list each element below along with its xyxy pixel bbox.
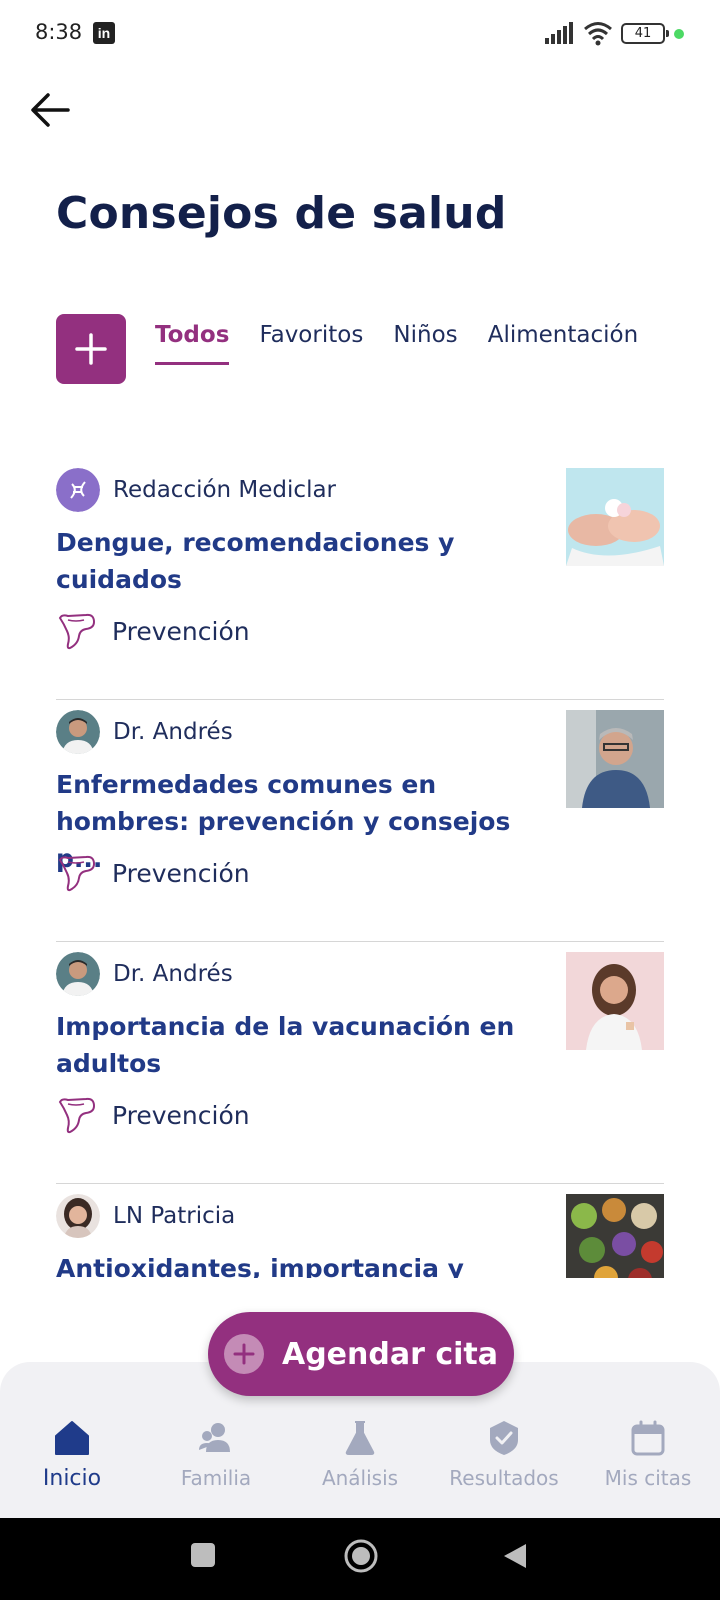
nav-label: Inicio [42,1466,102,1491]
linkedin-icon: in [93,22,115,44]
back-triangle-icon[interactable] [502,1542,528,1570]
plus-icon [75,333,107,365]
nav-item-inicio[interactable]: Inicio [0,1418,144,1491]
family-icon [199,1423,230,1452]
article-thumbnail [566,1194,664,1278]
article-list: Redacción Mediclar Dengue, recomendacion… [56,458,664,1278]
tab-todos[interactable]: Todos [155,322,230,365]
wifi-icon [584,22,612,46]
author-row: Dr. Andrés [56,952,233,996]
article-thumbnail [566,952,664,1050]
article-title[interactable]: Importancia de la vacunación en adultos [56,1008,531,1082]
tab-ninos[interactable]: Niños [393,322,457,362]
category-row: Prevención [56,610,250,652]
article-thumbnail [566,468,664,566]
article-title[interactable]: Dengue, recomendaciones y cuidados [56,524,531,598]
shield-check-icon [490,1421,518,1455]
signal-icon [545,22,573,44]
article-card[interactable]: Redacción Mediclar Dengue, recomendacion… [56,458,664,700]
category-label: Prevención [112,616,250,646]
category-tabs: Todos Favoritos Niños Alimentación S [155,322,665,378]
back-button[interactable] [26,86,74,134]
privacy-indicator-dot [674,29,684,39]
category-label: Prevención [112,858,250,888]
category-icon [58,855,96,892]
agendar-cita-button[interactable]: Agendar cita [208,1312,514,1396]
author-name: Redacción Mediclar [113,477,337,503]
status-bar: 8:38 in 41 [0,0,720,68]
article-card[interactable]: LN Patricia Antioxidantes, importancia y [56,1184,664,1278]
agendar-cita-label: Agendar cita [281,1336,498,1372]
status-time: 8:38 [35,20,83,44]
author-avatar [56,710,100,754]
plus-circle-icon [223,1334,264,1374]
arrow-left-icon [31,93,70,127]
nav-label: Análisis [321,1466,399,1490]
nav-item-familia[interactable]: Familia [144,1418,288,1490]
nav-label: Resultados [449,1466,559,1490]
system-navigation-bar [0,1518,720,1600]
author-avatar [56,468,100,512]
author-row: LN Patricia [56,1194,235,1238]
nav-label: Familia [180,1466,252,1490]
category-label: Prevención [112,1100,250,1130]
author-row: Redacción Mediclar [56,468,336,512]
author-name: Dr. Andrés [113,961,233,987]
author-avatar [56,1194,100,1238]
recents-icon[interactable] [190,1542,216,1568]
tab-alimentacion[interactable]: Alimentación [488,322,638,362]
flask-icon [345,1421,375,1455]
nav-item-resultados[interactable]: Resultados [432,1418,576,1490]
article-card[interactable]: Dr. Andrés Enfermedades comunes en hombr… [56,700,664,942]
category-row: Prevención [56,852,250,894]
author-name: LN Patricia [113,1203,236,1229]
author-name: Dr. Andrés [113,719,233,745]
article-thumbnail [566,710,664,808]
tab-favoritos[interactable]: Favoritos [259,322,363,362]
home-icon [55,1421,89,1455]
home-circle-icon[interactable] [343,1538,379,1574]
battery-icon: 41 [621,23,669,44]
nav-item-analisis[interactable]: Análisis [288,1418,432,1490]
page-title: Consejos de salud [56,188,507,239]
category-icon [58,1097,96,1134]
nav-label: Mis citas [604,1466,692,1490]
nav-item-mis-citas[interactable]: Mis citas [576,1418,720,1490]
add-topic-button[interactable] [56,314,126,384]
article-title[interactable]: Antioxidantes, importancia y [56,1250,531,1278]
article-card[interactable]: Dr. Andrés Importancia de la vacunación … [56,942,664,1184]
dna-icon [56,468,100,512]
category-icon [58,613,96,650]
calendar-icon [631,1420,665,1456]
author-row: Dr. Andrés [56,710,233,754]
category-row: Prevención [56,1094,250,1136]
author-avatar [56,952,100,996]
